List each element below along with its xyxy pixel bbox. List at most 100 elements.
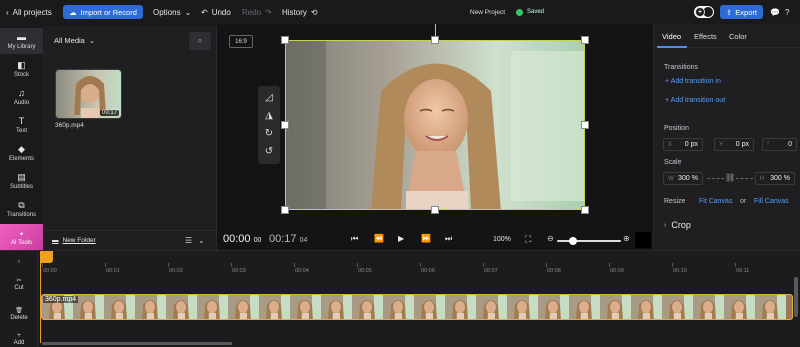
ruler-tick-label: 00:11 [736,268,750,274]
search-icon[interactable]: ⌕ [189,32,211,50]
cut-label: Cut [14,285,24,291]
resize-handle[interactable] [281,206,289,214]
vertical-scrollbar[interactable] [794,277,798,317]
fast-forward-icon[interactable]: ⏩ [421,234,431,243]
resize-handle[interactable] [281,121,289,129]
clip-filmstrip [42,295,792,319]
collapse-timeline-button[interactable]: › [0,259,38,265]
options-menu[interactable]: Options ⌄ [153,0,191,24]
delete-button[interactable]: 🗑 Delete [0,307,38,321]
import-or-record-button[interactable]: ☁ Import or Record [63,5,143,19]
rail-item-elements[interactable]: ◆ Elements [0,140,43,166]
ruler-tick-mark [483,263,484,267]
clip-frame [600,295,631,319]
help-icon[interactable]: ? [785,0,789,24]
flip-vertical-icon[interactable]: ◮ [265,111,273,121]
ruler-tick-label: 00:01 [106,268,120,274]
add-button[interactable]: + Add [0,333,38,346]
clip-frame [693,295,724,319]
playhead-handle[interactable] [40,251,53,263]
resize-handle[interactable] [431,206,439,214]
aspect-ratio-button[interactable]: 16:9 [229,35,253,48]
sparkle-icon: ✦ [18,231,25,238]
rail-item-subtitles[interactable]: ▤ Subtitles [0,168,43,194]
save-status-label: Saved [527,9,545,15]
rail-item-transitions[interactable]: ⧉ Transitions [0,196,43,222]
ruler-tick-mark [735,263,736,267]
new-folder-button[interactable]: ▬ New Folder [52,237,96,244]
cut-button[interactable]: ✂ Cut [0,277,38,291]
skip-to-end-icon[interactable]: ⏭ [445,234,452,244]
media-filter-dropdown[interactable]: All Media ⌄ [54,36,95,45]
fullscreen-button[interactable] [635,232,651,248]
media-duration: 00:17 [99,110,119,116]
save-status: ✓ Saved [516,0,544,24]
fill-canvas-link[interactable]: Fill Canvas [754,198,789,205]
resize-handle[interactable] [581,121,589,129]
zoom-slider-track[interactable] [557,240,621,242]
video-clip[interactable]: 360p.mp4 [41,294,793,320]
resize-title: Resize [664,198,686,205]
zoom-in-icon[interactable]: ⊕ [623,234,630,243]
fit-to-screen-icon[interactable]: ⛶ [525,234,531,245]
add-icon[interactable]: + [695,7,705,17]
media-thumbnail[interactable]: 00:17 [55,69,122,119]
clip-frame [197,295,228,319]
play-icon[interactable]: ▶ [398,234,404,243]
rail-item-stock[interactable]: ◧ Stock [0,56,43,82]
add-transition-out-link[interactable]: + Add transition out [665,97,725,104]
aspect-lock[interactable]: ⛓ [707,173,753,182]
rail-item-my-library[interactable]: ▬ My Library [0,28,43,54]
add-transition-in-link[interactable]: + Add transition in [665,78,721,85]
zoom-slider-knob[interactable] [569,237,577,245]
resize-handle[interactable] [581,36,589,44]
flip-horizontal-icon[interactable]: ◿ [265,93,273,103]
subtitles-icon: ▤ [17,171,26,182]
redo-button[interactable]: Redo ↷ [242,0,272,24]
clip-frame [414,295,445,319]
zoom-level[interactable]: 100% [493,236,511,243]
rotate-clockwise-icon[interactable]: ↻ [265,129,273,139]
rail-label: Elements [8,155,34,162]
export-button[interactable]: ⇪ Export [720,5,763,19]
tab-effects[interactable]: Effects [694,32,717,41]
scale-height-field[interactable]: H 300 % [755,172,795,185]
fit-canvas-link[interactable]: Fit Canvas [699,198,732,205]
rail-item-text[interactable]: T Text [0,112,43,138]
tab-video[interactable]: Video [662,32,681,41]
add-icon: + [17,333,21,339]
sort-icon[interactable]: ☰ [185,236,192,245]
horizontal-scrollbar[interactable] [42,342,232,345]
history-button[interactable]: History ⟲ [282,0,318,24]
active-tab-indicator [657,46,687,48]
crop-section-toggle[interactable]: › Crop [664,220,691,230]
clip-frame [755,295,786,319]
ruler-tick-mark [294,263,295,267]
undo-button[interactable]: ↶ Undo [201,0,231,24]
video-preview-frame[interactable] [285,40,585,210]
timeline-ruler[interactable]: 00:00 00:01 00:02 00:03 00:04 00:05 00:06 00:07… [40,251,800,276]
project-name[interactable]: New Project [470,0,505,24]
rotation-field[interactable]: ° 0 [762,138,797,151]
chevron-down-icon[interactable]: ⌄ [198,236,205,245]
rewind-icon[interactable]: ⏪ [374,234,384,243]
library-footer: ▬ New Folder ☰ ⌄ [43,230,217,250]
back-to-projects-button[interactable]: ‹ All projects [6,0,52,24]
chat-icon[interactable]: 💬 [770,0,780,24]
scale-width-field[interactable]: W 300 % [663,172,703,185]
rotate-counterclockwise-icon[interactable]: ↺ [265,147,273,157]
scale-title: Scale [664,159,682,166]
link-icon: ⛓ [724,173,737,182]
rail-item-audio[interactable]: ♫ Audio [0,84,43,110]
resize-handle[interactable] [431,36,439,44]
resize-handle[interactable] [581,206,589,214]
total-timecode: 00:17 04 [269,233,307,245]
rail-item-ai-tools[interactable]: ✦ AI Tools [0,224,43,252]
tab-color[interactable]: Color [729,32,747,41]
skip-to-start-icon[interactable]: ⏮ [351,234,358,244]
zoom-out-icon[interactable]: ⊖ [547,234,554,243]
resize-handle[interactable] [281,36,289,44]
player-controls: 00:00 00 00:17 04 ⏮ ⏪ ▶ ⏩ ⏭ 100% ⛶ ⊖ ⊕ [217,228,653,250]
position-x-field[interactable]: X 0 px [663,138,703,151]
position-y-field[interactable]: Y 0 px [714,138,754,151]
